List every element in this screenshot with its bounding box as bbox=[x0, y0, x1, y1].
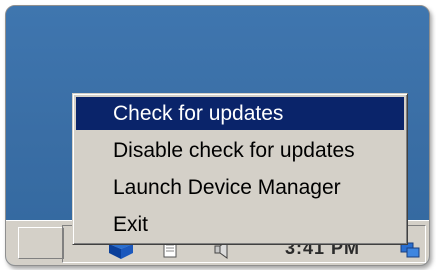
screenshot-frame: 3:41 PM Check for updates Disable check … bbox=[5, 5, 430, 266]
menu-item-disable-check-for-updates[interactable]: Disable check for updates bbox=[76, 134, 404, 167]
menu-item-launch-device-manager[interactable]: Launch Device Manager bbox=[76, 171, 404, 204]
taskbar-button[interactable] bbox=[18, 227, 64, 259]
menu-item-exit[interactable]: Exit bbox=[76, 208, 404, 241]
tray-context-menu: Check for updates Disable check for upda… bbox=[72, 93, 408, 245]
menu-item-check-for-updates[interactable]: Check for updates bbox=[76, 97, 404, 130]
